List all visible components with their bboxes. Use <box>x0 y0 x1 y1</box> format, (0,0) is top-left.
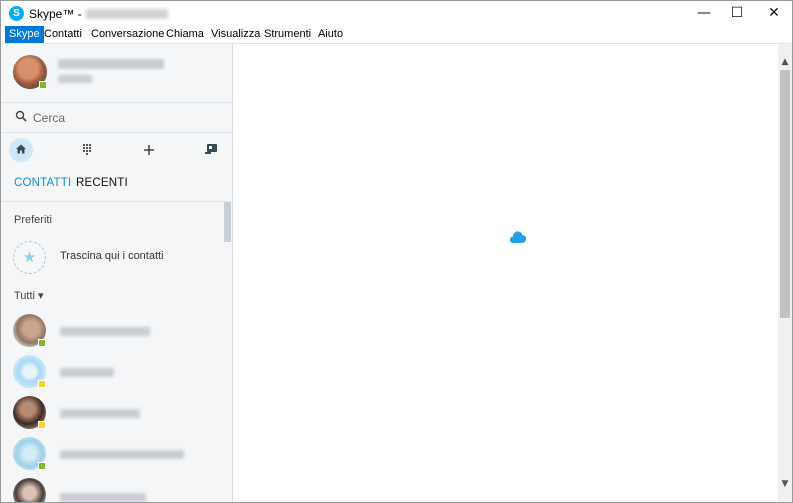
menu-skype[interactable]: Skype <box>5 26 44 43</box>
blurred-contact-name <box>60 409 140 418</box>
blurred-contact-name <box>60 368 114 377</box>
tab-recenti[interactable]: RECENTI <box>76 177 128 189</box>
favorites-drop-zone[interactable]: ★ Trascina qui i contatti <box>1 240 223 276</box>
list-item[interactable] <box>1 476 223 502</box>
menu-visualizza[interactable]: Visualizza <box>207 26 264 43</box>
maximize-button[interactable]: ☐ <box>720 1 754 26</box>
divider <box>1 102 232 103</box>
menu-aiuto[interactable]: Aiuto <box>314 26 347 43</box>
scrollbar-thumb[interactable] <box>780 70 790 318</box>
away-status-icon <box>38 380 46 388</box>
search-bar[interactable] <box>1 106 232 130</box>
online-status-icon <box>38 339 46 347</box>
menu-conversazione[interactable]: Conversazione <box>87 26 168 43</box>
contact-list: Preferiti ★ Trascina qui i contatti Tutt… <box>1 204 232 502</box>
scroll-up-arrow-icon[interactable]: ▲ <box>778 54 792 70</box>
blurred-contact-name <box>60 327 150 336</box>
scroll-down-arrow-icon[interactable]: ▼ <box>778 476 792 492</box>
skype-logo-icon: S <box>9 6 24 21</box>
menu-chiama[interactable]: Chiama <box>162 26 208 43</box>
search-input[interactable] <box>33 108 223 128</box>
blurred-contact-name <box>60 450 184 459</box>
sidebar-scrollbar[interactable] <box>224 202 231 242</box>
add-icon <box>144 145 154 155</box>
menu-strumenti[interactable]: Strumenti <box>260 26 315 43</box>
online-status-icon <box>39 81 47 89</box>
home-button[interactable] <box>9 138 33 162</box>
window-title-text: Skype™ - <box>29 7 82 21</box>
contacts-tabs: CONTATTI RECENTI <box>1 174 232 198</box>
list-item[interactable] <box>1 394 223 434</box>
minimize-button[interactable]: — <box>687 1 721 26</box>
list-item[interactable] <box>1 435 223 475</box>
main-scrollbar[interactable]: ▲ ▼ <box>778 44 792 502</box>
contact-card-icon <box>205 144 217 154</box>
user-profile[interactable] <box>1 44 232 100</box>
blurred-user-status <box>58 75 92 83</box>
menu-contatti[interactable]: Contatti <box>40 26 86 43</box>
tab-contatti[interactable]: CONTATTI <box>14 177 71 189</box>
blurred-contact-name <box>60 493 146 502</box>
away-status-icon <box>38 421 46 429</box>
blurred-username <box>85 9 168 19</box>
search-icon <box>15 110 27 122</box>
list-item[interactable] <box>1 353 223 393</box>
blurred-user-name <box>58 59 164 69</box>
favorites-drop-hint: Trascina qui i contatti <box>60 250 164 262</box>
list-item[interactable] <box>1 312 223 352</box>
main-content <box>233 44 778 502</box>
close-button[interactable]: ✕ <box>757 1 791 26</box>
skype-cloud-loading-icon <box>509 231 527 243</box>
divider <box>1 201 232 202</box>
add-contact-button[interactable] <box>137 138 161 162</box>
dialpad-icon <box>83 144 91 155</box>
title-bar: S Skype™ - — ☐ ✕ <box>1 1 792 26</box>
sidebar-toolbar <box>1 136 232 166</box>
all-contacts-filter[interactable]: Tutti ▾ <box>14 289 44 302</box>
contact-card-button[interactable] <box>199 138 223 162</box>
sidebar: CONTATTI RECENTI Preferiti ★ Trascina qu… <box>1 44 233 502</box>
skype-window: S Skype™ - — ☐ ✕ Skype Contatti Conversa… <box>0 0 793 503</box>
menu-bar: Skype Contatti Conversazione Chiama Visu… <box>1 26 792 44</box>
favorites-label: Preferiti <box>14 214 52 226</box>
contact-avatar <box>13 478 46 502</box>
home-icon <box>16 144 26 154</box>
online-status-icon <box>38 462 46 470</box>
dialpad-button[interactable] <box>75 138 99 162</box>
window-title: Skype™ - <box>29 7 168 21</box>
divider <box>1 132 232 133</box>
star-icon: ★ <box>13 241 46 274</box>
